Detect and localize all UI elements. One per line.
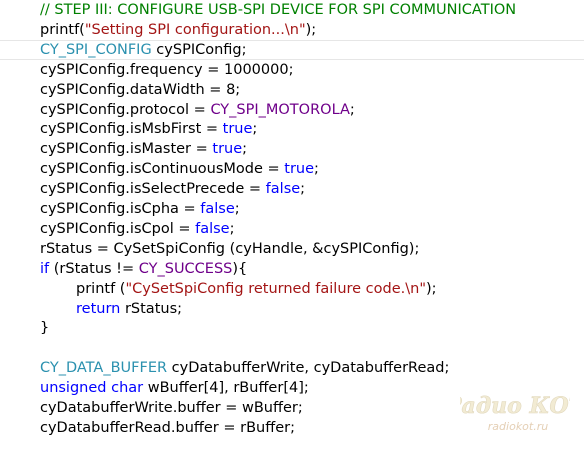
- code-line[interactable]: cySPIConfig.frequency = 1000000;: [0, 60, 584, 80]
- code-token-keyword: true: [284, 161, 315, 178]
- code-line[interactable]: cySPIConfig.isCpol = false;: [0, 219, 584, 239]
- code-token-plain: cySPIConfig.isContinuousMode =: [40, 161, 285, 178]
- code-token-plain: cySPIConfig.frequency = 1000000;: [40, 61, 294, 78]
- code-token-plain: cyDatabufferWrite.buffer = wBuffer;: [40, 400, 303, 416]
- code-token-plain: cySPIConfig.isMaster =: [40, 141, 213, 158]
- code-token-type: CY_DATA_BUFFER: [40, 360, 168, 377]
- code-token-plain: wBuffer[4], rBuffer[4];: [143, 380, 309, 397]
- code-line[interactable]: printf("Setting SPI configuration...\n")…: [0, 20, 584, 40]
- code-token-keyword: false: [265, 181, 301, 198]
- code-token-plain: cyDatabufferRead.buffer = rBuffer;: [40, 419, 295, 436]
- code-line[interactable]: CY_DATA_BUFFER cyDatabufferWrite, cyData…: [0, 358, 584, 378]
- code-line[interactable]: }: [0, 318, 584, 338]
- code-token-plain: cySPIConfig.isMsbFirst =: [40, 121, 223, 138]
- code-token-plain: rStatus;: [120, 300, 183, 317]
- code-token-plain: cySPIConfig.isCpol =: [40, 220, 196, 237]
- code-token-macro: CY_SUCCESS: [138, 260, 233, 277]
- code-line[interactable]: cyDatabufferWrite.buffer = wBuffer;: [0, 398, 584, 418]
- code-token-plain: cySPIConfig.dataWidth = 8;: [40, 81, 241, 98]
- code-line[interactable]: cySPIConfig.isSelectPrecede = false;: [0, 179, 584, 199]
- code-line[interactable]: cySPIConfig.isMaster = true;: [0, 139, 584, 159]
- code-token-plain: );: [305, 21, 317, 38]
- code-token-macro: CY_SPI_MOTOROLA: [210, 101, 350, 118]
- code-token-plain: printf (: [76, 280, 126, 297]
- code-token-string: "CySetSpiConfig returned failure code.\n…: [125, 280, 427, 297]
- code-line[interactable]: if (rStatus != CY_SUCCESS){: [0, 259, 584, 279]
- code-line[interactable]: printf ("CySetSpiConfig returned failure…: [0, 279, 584, 299]
- code-line[interactable]: return rStatus;: [0, 299, 584, 319]
- code-token-keyword: false: [200, 201, 235, 217]
- code-token-keyword: char: [111, 380, 144, 397]
- code-line[interactable]: unsigned char wBuffer[4], rBuffer[4];: [0, 378, 584, 398]
- code-token-plain: ;: [349, 101, 355, 118]
- code-token-keyword: if: [40, 260, 50, 277]
- code-line[interactable]: cyDatabufferRead.buffer = rBuffer;: [0, 418, 584, 438]
- code-token-plain: ;: [242, 141, 248, 158]
- code-token-plain: ;: [252, 121, 258, 138]
- code-token-plain: ;: [229, 220, 235, 237]
- code-line[interactable]: [0, 338, 584, 358]
- code-token-plain: cySPIConfig;: [151, 41, 247, 58]
- code-token-plain: cySPIConfig.protocol =: [40, 101, 211, 118]
- code-token-keyword: true: [212, 141, 243, 158]
- code-line[interactable]: cySPIConfig.dataWidth = 8;: [0, 80, 584, 100]
- code-line[interactable]: rStatus = CySetSpiConfig (cyHandle, &cyS…: [0, 239, 584, 259]
- code-token-plain: ;: [314, 161, 319, 178]
- code-token-keyword: unsigned: [40, 380, 107, 397]
- code-token-plain: }: [40, 320, 50, 337]
- code-token-plain: cySPIConfig.isSelectPrecede =: [40, 181, 266, 198]
- code-token-plain: cySPIConfig.isCpha =: [40, 201, 201, 217]
- code-line[interactable]: cySPIConfig.protocol = CY_SPI_MOTOROLA;: [0, 100, 584, 120]
- code-token-plain: ){: [232, 260, 248, 277]
- code-token-keyword: true: [222, 121, 253, 138]
- code-token-plain: (rStatus !=: [49, 260, 139, 277]
- code-token-keyword: return: [76, 300, 121, 317]
- code-token-plain: rStatus = CySetSpiConfig (cyHandle, &cyS…: [40, 240, 420, 257]
- code-token-plain: ;: [300, 181, 306, 198]
- code-token-plain: );: [426, 280, 437, 297]
- code-token-keyword: false: [195, 220, 230, 237]
- code-line[interactable]: cySPIConfig.isContinuousMode = true;: [0, 159, 584, 179]
- code-line[interactable]: cySPIConfig.isCpha = false;: [0, 199, 584, 219]
- code-token-string: "Setting SPI configuration...\n": [84, 21, 306, 38]
- code-token-plain: printf(: [40, 21, 85, 38]
- code-line[interactable]: CY_SPI_CONFIG cySPIConfig;: [0, 39, 584, 60]
- code-line[interactable]: cySPIConfig.isMsbFirst = true;: [0, 119, 584, 139]
- code-token-type: CY_SPI_CONFIG: [40, 41, 152, 58]
- code-editor[interactable]: // STEP III: CONFIGURE USB-SPI DEVICE FO…: [0, 0, 584, 449]
- code-token-plain: cyDatabufferWrite, cyDatabufferRead;: [167, 360, 450, 377]
- code-token-comment: // STEP III: CONFIGURE USB-SPI DEVICE FO…: [40, 2, 517, 18]
- code-token-plain: ;: [234, 201, 240, 217]
- code-line[interactable]: // STEP III: CONFIGURE USB-SPI DEVICE FO…: [0, 0, 584, 20]
